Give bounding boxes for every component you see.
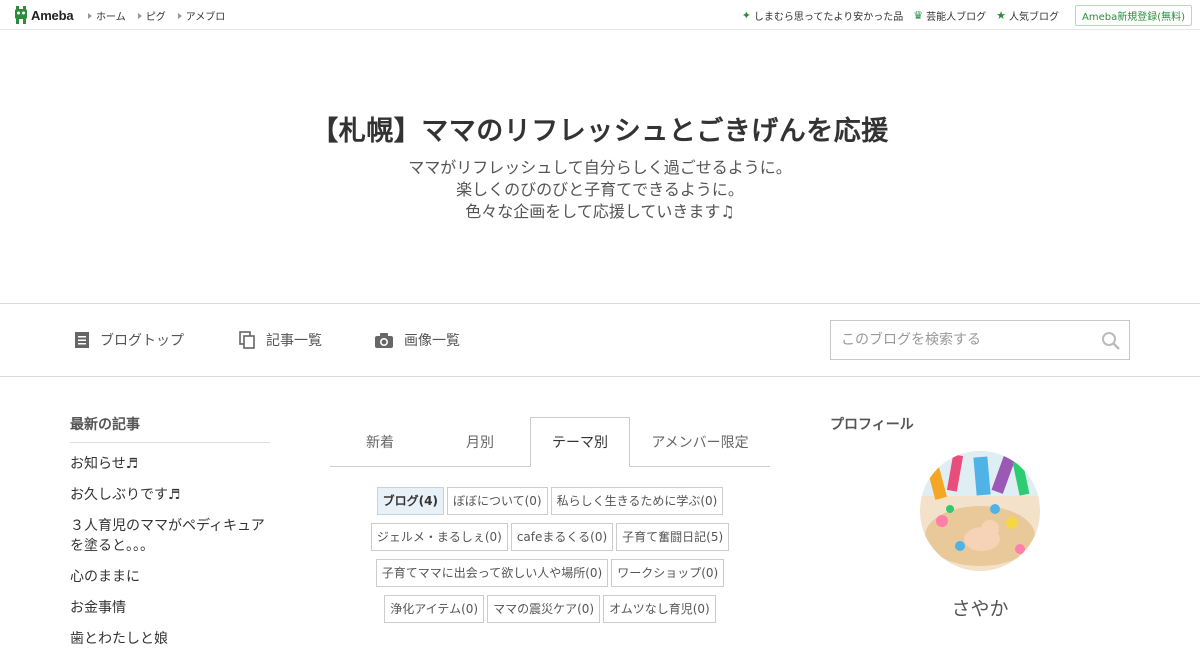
theme-tag[interactable]: ブログ(4) <box>376 487 444 515</box>
nav-label: 記事一覧 <box>266 333 322 349</box>
theme-row: ブログ(4) ぼぼについて(0) 私らしく生きるために学ぶ(0) <box>330 487 770 515</box>
theme-row: ジェルメ・まるしぇ(0) cafeまるくる(0) 子育て奮闘日記(5) <box>330 523 770 551</box>
theme-tag[interactable]: ぼぼについて(0) <box>446 487 548 515</box>
popular-blog-label: 人気ブログ <box>1008 12 1059 23</box>
ameba-mascot-icon <box>15 6 27 24</box>
crown-icon: ♛ <box>913 9 924 22</box>
trending-link[interactable]: ✦ しまむら思ってたより安かった品 <box>742 8 904 23</box>
article-list: お知らせ♬ お久しぶりです♬ ３人育児のママがペディキュアを塗ると。。。 心のま… <box>70 449 270 655</box>
nav-label: 画像一覧 <box>404 333 460 349</box>
tab-by-theme[interactable]: テーマ別 <box>530 417 630 467</box>
register-button[interactable]: Ameba新規登録(無料) <box>1074 5 1192 26</box>
article-link[interactable]: ３人育児のママがペディキュアを塗ると。。。 <box>70 511 270 562</box>
trending-link-label: しまむら思ってたより安かった品 <box>753 12 904 23</box>
blog-nav: ブログトップ 記事一覧 画像一覧 <box>0 303 1200 377</box>
theme-tag[interactable]: 子育て奮闘日記(5) <box>616 523 730 551</box>
theme-tag[interactable]: 子育てママに出会って欲しい人や場所(0) <box>375 559 609 587</box>
nav-label: ブログトップ <box>100 333 184 349</box>
profile-section: プロフィール さやか <box>830 414 1130 620</box>
theme-tag[interactable]: 浄化アイテム(0) <box>384 595 485 623</box>
article-link[interactable]: 歯とわたしと娘 <box>70 624 270 655</box>
global-nav-label: ホーム <box>96 12 126 23</box>
theme-tag[interactable]: 私らしく生きるために学ぶ(0) <box>550 487 724 515</box>
description-line: ママがリフレッシュして自分らしく過ごせるように。 <box>408 158 792 177</box>
tab-monthly[interactable]: 月別 <box>430 417 530 467</box>
sparkle-icon: ✦ <box>741 9 751 22</box>
theme-tag[interactable]: cafeまるくる(0) <box>510 523 614 551</box>
blog-header: 【札幌】ママのリフレッシュとごきげんを応援 ママがリフレッシュして自分らしく過ご… <box>0 31 1200 303</box>
theme-row: 浄化アイテム(0) ママの震災ケア(0) オムツなし育児(0) <box>330 595 770 623</box>
theme-list: ブログ(4) ぼぼについて(0) 私らしく生きるために学ぶ(0) ジェルメ・まる… <box>330 487 770 631</box>
header-links: ✦ しまむら思ってたより安かった品 ♛ 芸能人ブログ ★ 人気ブログ Ameba… <box>742 5 1192 26</box>
article-link[interactable]: お知らせ♬ <box>70 449 270 480</box>
blog-search <box>830 320 1130 360</box>
celebrity-blog-link[interactable]: ♛ 芸能人ブログ <box>913 8 986 23</box>
description-line: 色々な企画をして応援していきます♫ <box>465 202 735 221</box>
theme-tag[interactable]: ワークショップ(0) <box>611 559 725 587</box>
avatar-photo <box>920 451 1040 571</box>
description-line: 楽しくのびのびと子育てできるように。 <box>456 180 744 199</box>
article-link[interactable]: 心のままに <box>70 562 270 593</box>
global-nav-home[interactable]: ホーム <box>88 8 126 23</box>
article-link[interactable]: お金事情 <box>70 593 270 624</box>
copy-icon <box>239 331 255 349</box>
section-title: 最新の記事 <box>70 414 270 443</box>
nav-article-list[interactable]: 記事一覧 <box>239 330 322 350</box>
global-header: Ameba ホーム ピグ アメブロ ✦ しまむら思ってたより安かった品 ♛ 芸能… <box>0 0 1200 30</box>
theme-tag[interactable]: ママの震災ケア(0) <box>487 595 601 623</box>
nav-blog-top[interactable]: ブログトップ <box>74 330 184 350</box>
caret-right-icon <box>137 12 142 19</box>
nav-image-list[interactable]: 画像一覧 <box>374 330 460 350</box>
search-input[interactable] <box>831 321 1091 359</box>
camera-icon <box>375 332 393 348</box>
profile-avatar[interactable] <box>920 451 1040 571</box>
popular-blog-link[interactable]: ★ 人気ブログ <box>996 8 1059 23</box>
blog-description: ママがリフレッシュして自分らしく過ごせるように。 楽しくのびのびと子育てできるよ… <box>0 157 1200 223</box>
logo-text: Ameba <box>31 7 74 23</box>
tab-amember-only[interactable]: アメンバー限定 <box>630 417 770 467</box>
theme-row: 子育てママに出会って欲しい人や場所(0) ワークショップ(0) <box>330 559 770 587</box>
section-title: プロフィール <box>830 417 914 433</box>
latest-articles: 最新の記事 お知らせ♬ お久しぶりです♬ ３人育児のママがペディキュアを塗ると。… <box>70 414 270 655</box>
document-icon <box>75 332 89 348</box>
star-icon: ★ <box>996 9 1006 22</box>
archive-tabs: 新着 月別 テーマ別 アメンバー限定 <box>330 417 770 467</box>
theme-tag[interactable]: オムツなし育児(0) <box>603 595 716 623</box>
celebrity-blog-label: 芸能人ブログ <box>926 12 987 23</box>
article-link[interactable]: お久しぶりです♬ <box>70 480 270 511</box>
search-icon[interactable] <box>1101 331 1121 351</box>
caret-right-icon <box>177 12 182 19</box>
global-nav-pigg[interactable]: ピグ <box>137 8 166 23</box>
blog-title[interactable]: 【札幌】ママのリフレッシュとごきげんを応援 <box>0 109 1200 148</box>
profile-nickname[interactable]: さやか <box>830 594 1130 621</box>
global-nav: ホーム ピグ アメブロ <box>88 8 225 23</box>
global-nav-label: ピグ <box>145 12 166 23</box>
global-nav-ameblo[interactable]: アメブロ <box>177 8 226 23</box>
ameba-logo[interactable]: Ameba <box>14 6 74 24</box>
global-nav-label: アメブロ <box>185 12 226 23</box>
theme-tag[interactable]: ジェルメ・まるしぇ(0) <box>370 523 508 551</box>
caret-right-icon <box>88 12 92 19</box>
tab-new[interactable]: 新着 <box>330 417 430 467</box>
